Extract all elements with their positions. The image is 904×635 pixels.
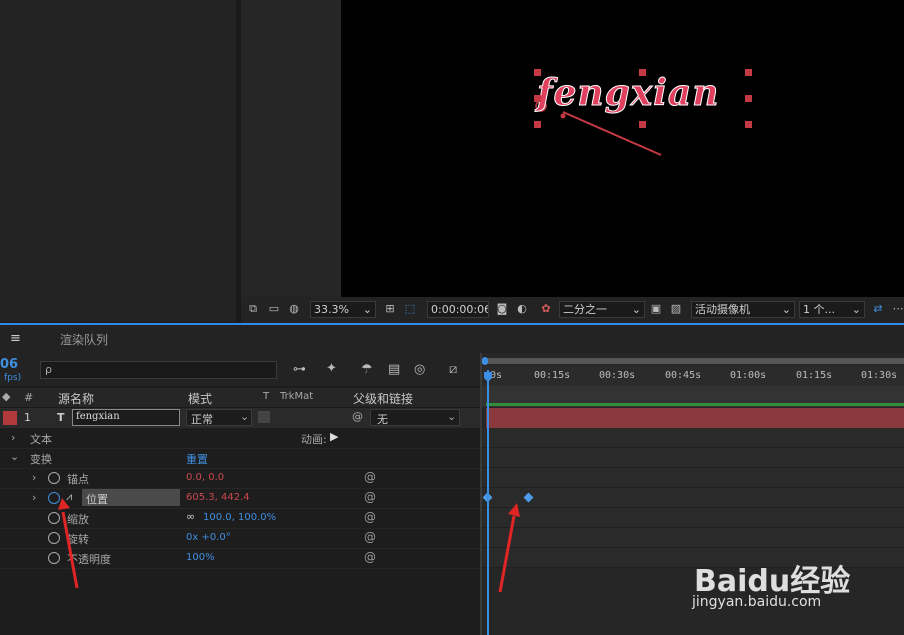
baidu-watermark: Baidu经验 jingyan.baidu.com (690, 548, 890, 618)
watermark-url: jingyan.baidu.com (692, 594, 822, 610)
arrowhead-icon (58, 498, 70, 510)
annotation-arrow-left (61, 511, 79, 589)
annotation-arrows (58, 498, 520, 593)
arrowhead-icon (508, 503, 520, 517)
annotation-arrow-right (498, 515, 516, 593)
